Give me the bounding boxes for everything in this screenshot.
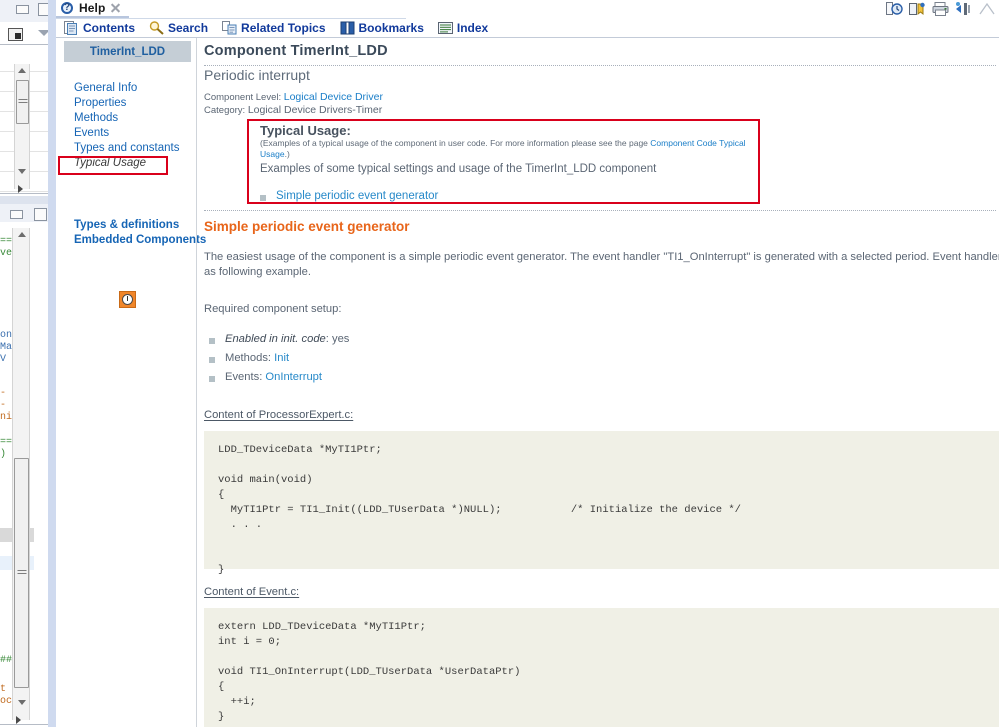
minimize-icon[interactable] bbox=[978, 1, 995, 17]
typical-usage-note: (Examples of a typical usage of the comp… bbox=[260, 138, 760, 160]
background-minimize-icon[interactable] bbox=[16, 5, 29, 14]
background-editor-scrollbar[interactable] bbox=[12, 228, 30, 720]
related-topics-icon bbox=[222, 21, 237, 35]
help-body: TimerInt_LDD General Info Properties Met… bbox=[56, 38, 999, 727]
sidebar-item-properties[interactable]: Properties bbox=[74, 96, 194, 111]
timer-component-icon[interactable] bbox=[119, 291, 136, 308]
scroll-down-icon[interactable] bbox=[18, 169, 26, 174]
help-sidebar: TimerInt_LDD General Info Properties Met… bbox=[56, 38, 206, 727]
index-icon bbox=[437, 21, 453, 35]
nav-index-label: Index bbox=[456, 21, 489, 35]
bookmark-document-icon[interactable] bbox=[909, 1, 926, 17]
setup-item-value-link[interactable]: OnInterrupt bbox=[265, 371, 322, 383]
bullet-square-icon bbox=[209, 338, 215, 344]
sidebar-item-general-info[interactable]: General Info bbox=[74, 81, 194, 96]
component-level-label: Component Level: bbox=[204, 92, 282, 103]
background-ide-strip: === ver one Mas V : - c - l nit === ) ##… bbox=[0, 0, 56, 727]
sidebar-item-types-and-definitions[interactable]: Types & definitions bbox=[74, 218, 194, 233]
help-tabstrip: ? Help bbox=[56, 0, 999, 18]
scrollbar-thumb[interactable] bbox=[14, 458, 29, 688]
background-maximize-icon-2[interactable] bbox=[34, 208, 47, 221]
help-toolbar bbox=[886, 1, 995, 17]
sidebar-item-methods[interactable]: Methods bbox=[74, 111, 194, 126]
screen: === ver one Mas V : - c - l nit === ) ##… bbox=[0, 0, 999, 727]
nav-search-label: Search bbox=[168, 21, 209, 35]
setup-item-value-link[interactable]: Init bbox=[274, 352, 289, 364]
section-divider bbox=[204, 210, 996, 211]
window-gap bbox=[48, 0, 56, 727]
sidebar-link-list-secondary: Types & definitions Embedded Components bbox=[74, 218, 206, 248]
sidebar-divider bbox=[196, 38, 197, 727]
code-block-processorexpert-c: LDD_TDeviceData *MyTI1Ptr; void main(voi… bbox=[204, 431, 999, 576]
background-view-menu-icon[interactable] bbox=[8, 28, 23, 41]
setup-item-name: Methods bbox=[225, 352, 268, 364]
page-title: Component TimerInt_LDD bbox=[204, 43, 388, 59]
page-subtitle: Periodic interrupt bbox=[204, 67, 310, 83]
background-minimize-icon-2[interactable] bbox=[10, 210, 23, 219]
nav-bookmarks-label: Bookmarks bbox=[358, 21, 424, 35]
category-label: Category: bbox=[204, 105, 246, 116]
nav-related-topics-label: Related Topics bbox=[241, 21, 326, 35]
contents-icon bbox=[64, 21, 79, 35]
setup-item-name: Events bbox=[225, 371, 260, 383]
setup-item-methods: Methods: Init bbox=[209, 352, 289, 364]
typical-usage-title: Typical Usage: bbox=[260, 123, 351, 138]
bookmarks-icon bbox=[340, 21, 355, 35]
tab-help[interactable]: ? Help bbox=[56, 0, 130, 18]
nav-contents[interactable]: Contents bbox=[64, 21, 135, 35]
setup-item-name: Enabled in init. code bbox=[225, 333, 326, 345]
nav-index[interactable]: Index bbox=[437, 21, 489, 35]
typical-usage-note-suffix: .) bbox=[284, 149, 290, 159]
help-icon: ? bbox=[60, 1, 74, 15]
scroll-right-icon[interactable] bbox=[16, 716, 21, 724]
nav-related-topics[interactable]: Related Topics bbox=[222, 21, 326, 35]
simple-periodic-event-generator-link[interactable]: Simple periodic event generator bbox=[276, 190, 438, 202]
help-window: ? Help Contents Search Related Topics Bo… bbox=[56, 0, 999, 727]
tab-help-label: Help bbox=[79, 1, 106, 15]
scroll-up-icon[interactable] bbox=[18, 232, 26, 237]
section-title: Simple periodic event generator bbox=[204, 219, 410, 234]
typical-usage-note-prefix: (Examples of a typical usage of the comp… bbox=[260, 138, 651, 148]
required-setup-label: Required component setup: bbox=[204, 303, 342, 315]
setup-item-enabled-in-init-code: Enabled in init. code: yes bbox=[209, 333, 349, 345]
bullet-square-icon bbox=[260, 195, 266, 201]
bullet-square-icon bbox=[209, 376, 215, 382]
file-label-event-c: Content of Event.c: bbox=[204, 586, 300, 598]
setup-item-value: yes bbox=[331, 333, 350, 345]
section-paragraph: The easiest usage of the component is a … bbox=[204, 251, 999, 278]
scroll-up-icon[interactable] bbox=[18, 68, 26, 73]
file-label-processorexpert-c: Content of ProcessorExpert.c: bbox=[204, 409, 354, 421]
sidebar-item-events[interactable]: Events bbox=[74, 126, 194, 141]
component-level-value[interactable]: Logical Device Driver bbox=[284, 91, 383, 103]
component-meta: Component Level: Logical Device Driver C… bbox=[204, 91, 383, 117]
close-icon[interactable] bbox=[110, 3, 121, 14]
typical-usage-link-item[interactable]: Simple periodic event generator bbox=[260, 190, 438, 202]
sidebar-item-types-and-constants[interactable]: Types and constants bbox=[74, 141, 194, 156]
sidebar-item-embedded-components[interactable]: Embedded Components bbox=[74, 233, 206, 248]
sidebar-title: TimerInt_LDD bbox=[64, 41, 191, 62]
title-divider bbox=[204, 65, 996, 66]
nav-search[interactable]: Search bbox=[149, 21, 208, 35]
help-navbar: Contents Search Related Topics Bookmarks… bbox=[56, 19, 999, 37]
bullet-square-icon bbox=[209, 357, 215, 363]
document-pane: Component TimerInt_LDD Periodic interrup… bbox=[204, 38, 999, 727]
scroll-down-icon[interactable] bbox=[18, 700, 26, 705]
code-block-event-c: extern LDD_TDeviceData *MyTI1Ptr; int i … bbox=[204, 608, 999, 727]
typical-usage-paragraph: Examples of some typical settings and us… bbox=[260, 163, 657, 175]
print-page-icon[interactable] bbox=[932, 1, 949, 17]
nav-contents-label: Contents bbox=[83, 21, 135, 35]
setup-item-events: Events: OnInterrupt bbox=[209, 371, 322, 383]
nav-bookmarks[interactable]: Bookmarks bbox=[340, 21, 424, 35]
background-panel-scrollbar[interactable] bbox=[14, 64, 30, 189]
show-in-table-of-contents-icon[interactable] bbox=[886, 1, 903, 17]
scrollbar-thumb[interactable] bbox=[16, 80, 29, 124]
scroll-right-icon[interactable] bbox=[18, 185, 23, 193]
highlight-box-sidebar bbox=[58, 156, 168, 175]
search-icon bbox=[149, 21, 164, 35]
synchronize-icon[interactable] bbox=[955, 1, 972, 17]
category-value: Logical Device Drivers-Timer bbox=[247, 104, 383, 116]
